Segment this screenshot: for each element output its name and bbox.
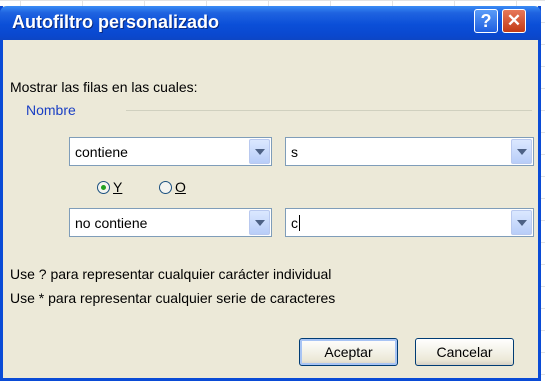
title-bar[interactable]: Autofiltro personalizado ? ✕: [0, 6, 541, 40]
dropdown-arrow-icon[interactable]: [511, 139, 532, 164]
operator-2-value: no contiene: [75, 215, 148, 231]
dialog-title: Autofiltro personalizado: [12, 12, 219, 32]
close-icon: ✕: [506, 11, 522, 30]
dropdown-arrow-icon[interactable]: [249, 139, 270, 164]
group-label-nombre: Nombre: [26, 102, 76, 118]
radio-or[interactable]: [159, 181, 172, 194]
help-button[interactable]: ?: [474, 9, 498, 33]
value-combo-2[interactable]: c: [285, 208, 534, 237]
filter-prompt: Mostrar las filas en las cuales:: [10, 79, 198, 95]
value-1-text: s: [291, 144, 298, 160]
dropdown-arrow-icon[interactable]: [249, 210, 270, 235]
radio-and[interactable]: [97, 181, 110, 194]
dropdown-arrow-icon[interactable]: [511, 210, 532, 235]
operator-1-value: contiene: [75, 144, 128, 160]
text-cursor: [299, 215, 300, 231]
dialog-body: Mostrar las filas en las cuales: Nombre …: [3, 40, 538, 378]
ok-button[interactable]: Aceptar: [299, 338, 398, 366]
group-divider: [126, 110, 532, 111]
custom-autofilter-dialog: Autofiltro personalizado ? ✕ Mostrar las…: [0, 6, 541, 381]
close-button[interactable]: ✕: [502, 9, 526, 33]
cancel-button[interactable]: Cancelar: [415, 338, 514, 366]
help-icon: ?: [480, 11, 492, 31]
operator-select-1[interactable]: contiene: [69, 137, 272, 166]
value-2-text: c: [291, 215, 300, 231]
hint-single-char: Use ? para representar cualquier carácte…: [10, 266, 332, 282]
hint-any-chars: Use * para representar cualquier serie d…: [10, 290, 336, 306]
value-combo-1[interactable]: s: [285, 137, 534, 166]
operator-select-2[interactable]: no contiene: [69, 208, 272, 237]
radio-and-label[interactable]: Y: [113, 179, 122, 195]
radio-or-label[interactable]: O: [175, 179, 186, 195]
